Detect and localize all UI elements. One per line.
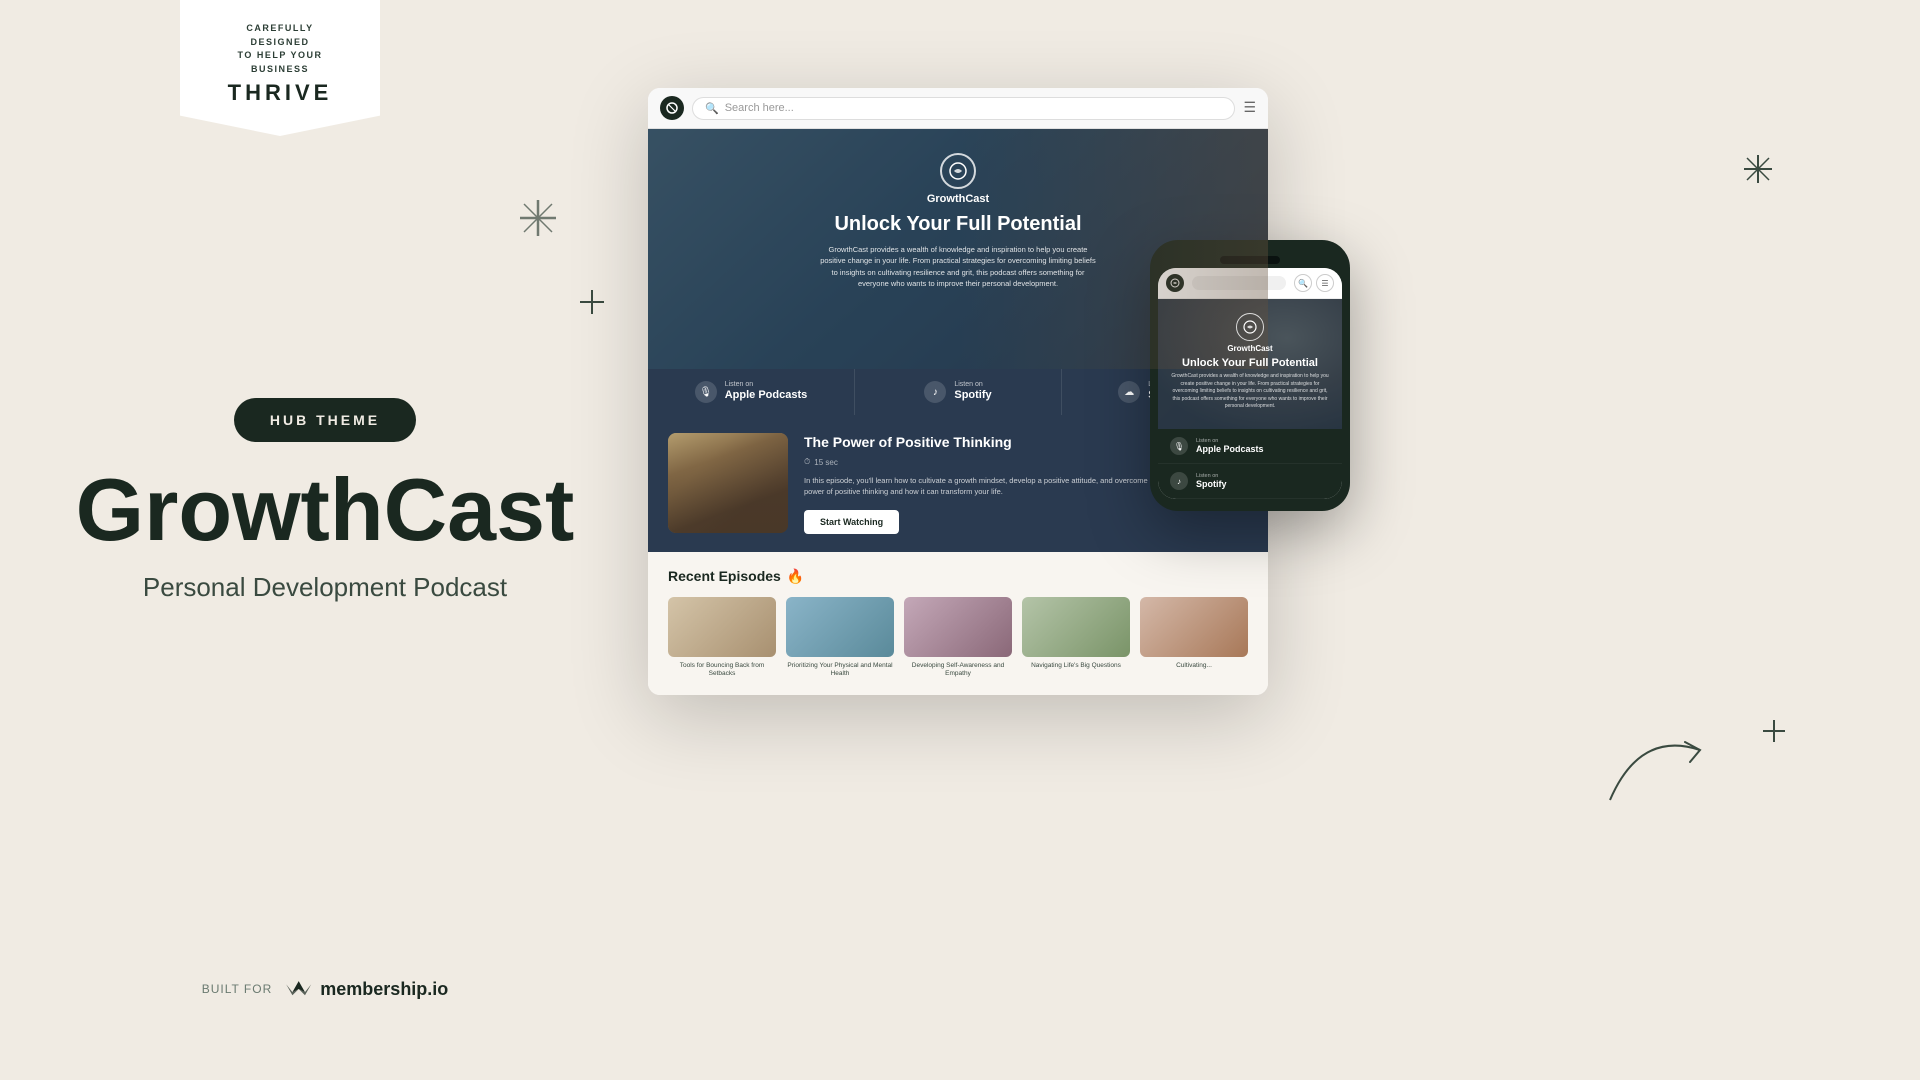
brand-subtitle: Personal Development Podcast — [143, 572, 507, 603]
mobile-screen: 🔍 ☰ GrowthCast Unlock Your Full Potentia… — [1158, 268, 1342, 499]
episode-card-3[interactable]: Developing Self-Awareness and Empathy — [904, 597, 1012, 679]
left-panel: CAREFULLY DESIGNED TO HELP YOUR BUSINESS… — [0, 0, 650, 1080]
episode-card-img-4 — [1022, 597, 1130, 657]
mobile-hero: GrowthCast Unlock Your Full Potential Gr… — [1158, 299, 1342, 429]
spotify-button[interactable]: ♪ Listen on Spotify — [855, 369, 1062, 415]
recent-title-emoji: 🔥 — [787, 568, 804, 585]
episode-card-label-1: Tools for Bouncing Back from Setbacks — [668, 662, 776, 679]
membership-logo-text: membership.io — [320, 979, 448, 1000]
built-for-section: BUILT FOR membership.io — [202, 978, 449, 1000]
mobile-apple-podcasts-name: Apple Podcasts — [1196, 444, 1264, 454]
apple-listen-label: Listen on — [725, 381, 753, 388]
apple-podcasts-icon: 🎙 — [695, 381, 717, 403]
mobile-apple-text: Listen on Apple Podcasts — [1196, 438, 1264, 454]
episode-card-img-1 — [668, 597, 776, 657]
decoration-star-3 — [1744, 155, 1772, 189]
hero-description: GrowthCast provides a wealth of knowledg… — [818, 244, 1098, 289]
banner-wrapper: CAREFULLY DESIGNED TO HELP YOUR BUSINESS… — [180, 0, 380, 136]
hero-logo-text: GrowthCast — [927, 193, 989, 205]
browser-chrome: 🔍 Search here... ☰ — [648, 88, 1268, 129]
spotify-text: Listen on Spotify — [954, 381, 991, 402]
banner-subtitle-line1: CAREFULLY DESIGNED — [220, 22, 340, 49]
mobile-spotify-icon: ♪ — [1170, 472, 1188, 490]
membership-logo: membership.io — [282, 978, 448, 1000]
mobile-hero-logo-text: GrowthCast — [1168, 344, 1332, 353]
episode-card-img-5 — [1140, 597, 1248, 657]
featured-episode-thumbnail — [668, 433, 788, 533]
spotify-name: Spotify — [954, 388, 991, 402]
decoration-star-4 — [1763, 720, 1785, 748]
browser-menu-icon[interactable]: ☰ — [1243, 100, 1256, 117]
episode-card-img-3 — [904, 597, 1012, 657]
recent-episodes-section: Recent Episodes 🔥 Tools for Bouncing Bac… — [648, 552, 1268, 695]
brand-title: GrowthCast — [76, 466, 575, 554]
browser-addressbar[interactable]: 🔍 Search here... — [692, 97, 1235, 120]
episode-card-5[interactable]: Cultivating... — [1140, 597, 1248, 679]
episode-card-1[interactable]: Tools for Bouncing Back from Setbacks — [668, 597, 776, 679]
search-icon: 🔍 — [705, 102, 719, 115]
decorative-curve — [1600, 720, 1720, 820]
banner-subtitle-line2: TO HELP YOUR BUSINESS — [220, 49, 340, 76]
addressbar-text: Search here... — [725, 102, 794, 114]
mobile-search-icon[interactable]: 🔍 — [1294, 274, 1312, 292]
hero-content: GrowthCast Unlock Your Full Potential Gr… — [648, 129, 1268, 289]
hero-logo-icon — [940, 153, 976, 189]
mobile-hero-logo-icon — [1236, 313, 1264, 341]
mobile-apple-icon: 🎙 — [1170, 437, 1188, 455]
banner: CAREFULLY DESIGNED TO HELP YOUR BUSINESS… — [180, 0, 380, 136]
episode-card-label-2: Prioritizing Your Physical and Mental He… — [786, 662, 894, 679]
episodes-grid: Tools for Bouncing Back from Setbacks Pr… — [668, 597, 1248, 679]
soundcloud-icon: ☁ — [1118, 381, 1140, 403]
mobile-menu-icon[interactable]: ☰ — [1316, 274, 1334, 292]
apple-podcasts-button[interactable]: 🎙 Listen on Apple Podcasts — [648, 369, 855, 415]
episode-card-label-4: Navigating Life's Big Questions — [1022, 662, 1130, 670]
banner-thrive-text: THRIVE — [220, 80, 340, 106]
episode-card-label-3: Developing Self-Awareness and Empathy — [904, 662, 1012, 679]
apple-podcasts-text: Listen on Apple Podcasts — [725, 381, 808, 402]
mobile-spotify-text: Listen on Spotify — [1196, 473, 1227, 489]
start-watching-button[interactable]: Start Watching — [804, 510, 899, 534]
mobile-icons: 🔍 ☰ — [1294, 274, 1334, 292]
episode-card-label-5: Cultivating... — [1140, 662, 1248, 670]
apple-podcasts-name: Apple Podcasts — [725, 388, 808, 402]
membership-logo-icon — [282, 978, 314, 1000]
mobile-spotify-name: Spotify — [1196, 479, 1227, 489]
spotify-icon: ♪ — [924, 381, 946, 403]
episode-card-img-2 — [786, 597, 894, 657]
browser-logo — [660, 96, 684, 120]
mobile-spotify-button[interactable]: ♪ Listen on Spotify — [1158, 464, 1342, 499]
episode-card-2[interactable]: Prioritizing Your Physical and Mental He… — [786, 597, 894, 679]
mobile-hero-content: GrowthCast Unlock Your Full Potential Gr… — [1158, 299, 1342, 411]
hero-title: Unlock Your Full Potential — [708, 213, 1208, 236]
spotify-listen-label: Listen on — [954, 381, 982, 388]
mobile-apple-podcasts-button[interactable]: 🎙 Listen on Apple Podcasts — [1158, 429, 1342, 464]
mobile-hero-title: Unlock Your Full Potential — [1168, 357, 1332, 369]
recent-episodes-title: Recent Episodes 🔥 — [668, 568, 1248, 585]
mobile-hero-description: GrowthCast provides a wealth of knowledg… — [1168, 373, 1332, 411]
hero-logo: GrowthCast — [708, 153, 1208, 205]
episode-card-4[interactable]: Navigating Life's Big Questions — [1022, 597, 1130, 679]
built-for-prefix: BUILT FOR — [202, 982, 273, 996]
hub-theme-badge: HUB THEME — [234, 398, 416, 442]
